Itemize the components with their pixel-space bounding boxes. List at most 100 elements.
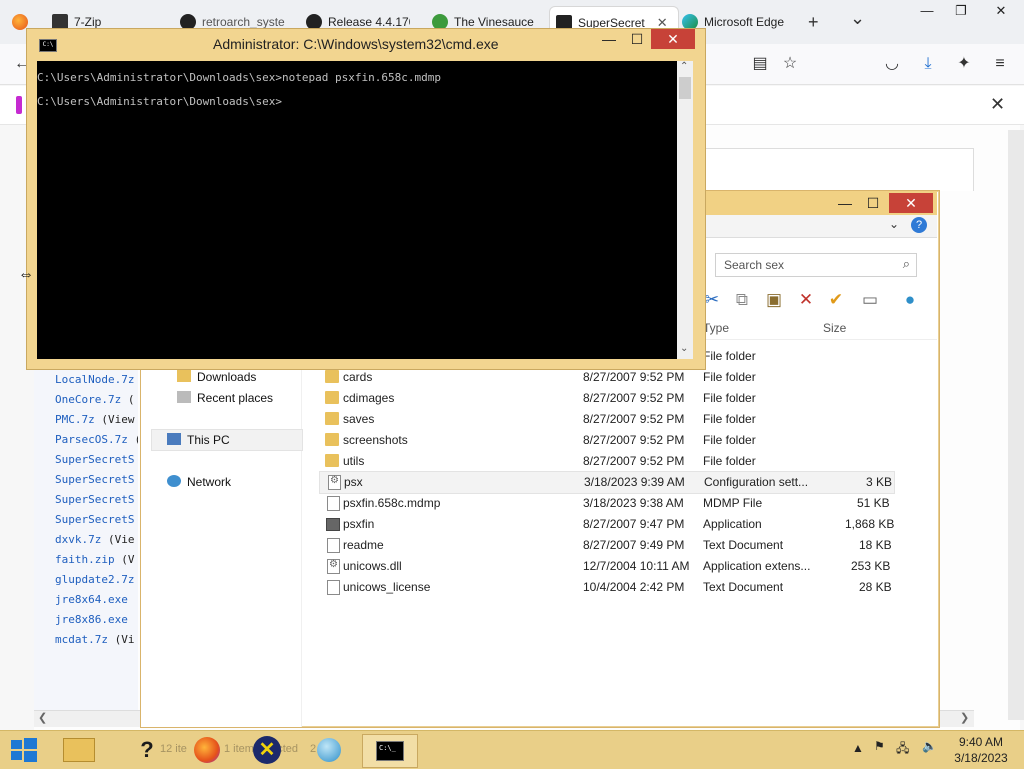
restore-icon[interactable]: ❐ — [944, 0, 978, 22]
taskbar-file-explorer[interactable] — [52, 734, 106, 766]
extensions-icon[interactable]: ✦ — [954, 54, 974, 74]
list-item[interactable]: glupdate2.7z — [34, 570, 138, 590]
table-row[interactable]: unicows_license 10/4/2004 2:42 PM Text D… — [319, 577, 893, 598]
column-type[interactable]: Type — [703, 321, 729, 335]
scroll-left-icon[interactable]: ❮ — [38, 711, 47, 724]
list-item[interactable]: faith.zip (V — [34, 550, 138, 570]
properties-check-icon[interactable]: ✔ — [825, 289, 847, 311]
config-file-icon — [328, 475, 341, 490]
nav-network[interactable]: Network — [167, 472, 231, 492]
taskbar-xemu[interactable]: ✕ — [240, 734, 294, 766]
ribbon-expand-icon[interactable]: ⌄ — [889, 217, 899, 231]
table-row[interactable]: cards 8/27/2007 9:52 PM File folder — [319, 367, 893, 388]
folder-icon — [325, 412, 339, 425]
folder-icon — [325, 370, 339, 383]
nav-this-pc[interactable]: This PC — [167, 430, 230, 450]
network-icon — [167, 475, 181, 487]
window-title: Administrator: C:\Windows\system32\cmd.e… — [213, 36, 499, 52]
start-button[interactable] — [0, 734, 48, 766]
list-item[interactable]: mcdat.7z (Vi — [34, 630, 138, 650]
bookmark-star-icon[interactable]: ☆ — [780, 54, 800, 74]
table-row[interactable]: psxfin.658c.mdmp 3/18/2023 9:38 AM MDMP … — [319, 493, 893, 514]
console-scrollbar[interactable]: ⌃ ⌄ — [677, 61, 693, 359]
folder-icon — [325, 454, 339, 467]
list-item[interactable]: dxvk.7z (Vie — [34, 530, 138, 550]
table-row[interactable]: readme 8/27/2007 9:49 PM Text Document 1… — [319, 535, 893, 556]
list-item[interactable]: LocalNode.7z ( — [34, 370, 138, 390]
pocket-icon[interactable]: ◡ — [882, 54, 902, 74]
content-border — [700, 148, 974, 191]
list-item[interactable]: SuperSecretS — [34, 510, 138, 530]
minimize-icon[interactable]: — — [910, 0, 944, 22]
firefox-icon — [194, 737, 220, 763]
recent-places-icon — [177, 391, 191, 403]
menu-icon[interactable]: ≡ — [990, 54, 1010, 74]
column-headers: Type Size — [701, 317, 937, 340]
column-size[interactable]: Size — [823, 321, 846, 335]
list-item[interactable]: SuperSecretS — [34, 470, 138, 490]
x-app-icon: ✕ — [253, 736, 281, 764]
close-notification-icon[interactable]: ✕ — [990, 94, 1005, 115]
list-item[interactable]: jre8x86.exe — [34, 610, 138, 630]
scroll-right-icon[interactable]: ❯ — [960, 711, 969, 724]
taskbar-cmd[interactable]: C:\_ — [362, 734, 418, 768]
scrollbar-thumb[interactable] — [679, 77, 691, 99]
reader-view-icon[interactable]: ▤ — [750, 54, 770, 74]
console-line: C:\Users\Administrator\Downloads\sex>not… — [37, 71, 441, 84]
minimize-icon[interactable]: — — [595, 29, 623, 49]
show-hidden-icons[interactable]: ▲ — [852, 741, 864, 755]
tab-list-button[interactable]: ⌄ — [850, 8, 865, 29]
nav-downloads[interactable]: Downloads — [177, 367, 256, 387]
vertical-scrollbar[interactable] — [1008, 130, 1024, 720]
close-icon[interactable]: ✕ — [984, 0, 1018, 22]
network-tray-icon[interactable]: 🖧 — [896, 739, 909, 760]
paste-icon[interactable]: ▣ — [763, 289, 785, 311]
new-tab-button[interactable]: + — [808, 12, 819, 33]
cmd-titlebar[interactable]: C:\ Administrator: C:\Windows\system32\c… — [27, 29, 705, 59]
toolbar: ✂ ⧉ ▣ ✕ ✔ ▭ ● — [701, 285, 937, 315]
search-icon: ⌕ — [902, 256, 910, 271]
download-icon[interactable]: ⤓ — [918, 54, 938, 74]
globe-icon — [317, 738, 341, 762]
console-output[interactable]: C:\Users\Administrator\Downloads\sex>not… — [37, 61, 677, 359]
taskbar-network-app[interactable] — [302, 734, 356, 766]
table-row-selected[interactable]: psx 3/18/2023 9:39 AM Configuration sett… — [319, 471, 895, 494]
table-row[interactable]: saves 8/27/2007 9:52 PM File folder — [319, 409, 893, 430]
search-input[interactable]: Search sex ⌕ — [715, 253, 917, 277]
copy-icon[interactable]: ⧉ — [731, 289, 753, 311]
close-icon[interactable]: ✕ — [651, 29, 695, 49]
table-row[interactable]: cdimages 8/27/2007 9:52 PM File folder — [319, 388, 893, 409]
maximize-icon[interactable]: ☐ — [623, 29, 651, 49]
text-file-icon — [327, 580, 340, 595]
action-center-icon[interactable]: ⚑ — [874, 739, 885, 753]
file-link-list: LocalNode.7z ( OneCore.7z ( PMC.7z (View… — [34, 370, 138, 710]
list-item[interactable]: jre8x64.exe — [34, 590, 138, 610]
nav-recent-places[interactable]: Recent places — [177, 388, 273, 408]
rename-icon[interactable]: ▭ — [859, 289, 881, 311]
application-icon — [326, 518, 340, 531]
dll-file-icon — [327, 559, 340, 574]
list-item[interactable]: PMC.7z (View — [34, 410, 138, 430]
cmd-icon: C:\ — [39, 39, 57, 52]
clock[interactable]: 9:40 AM 3/18/2023 — [946, 735, 1016, 765]
scroll-down-icon[interactable]: ⌄ — [680, 343, 688, 354]
table-row[interactable]: utils 8/27/2007 9:52 PM File folder — [319, 451, 893, 472]
cmd-window: C:\ Administrator: C:\Windows\system32\c… — [26, 28, 706, 370]
volume-icon[interactable]: 🔈 — [922, 739, 937, 753]
minimize-icon[interactable]: — — [831, 193, 859, 213]
folder-icon — [325, 391, 339, 404]
list-item[interactable]: ParsecOS.7z ( — [34, 430, 138, 450]
globe-icon[interactable]: ● — [899, 289, 921, 311]
maximize-icon[interactable]: ☐ — [859, 193, 887, 213]
table-row[interactable]: psxfin 8/27/2007 9:47 PM Application 1,8… — [319, 514, 894, 535]
scroll-up-icon[interactable]: ⌃ — [680, 61, 688, 72]
list-item[interactable]: SuperSecretS — [34, 490, 138, 510]
delete-icon[interactable]: ✕ — [795, 289, 817, 311]
close-icon[interactable]: ✕ — [889, 193, 933, 213]
table-row[interactable]: screenshots 8/27/2007 9:52 PM File folde… — [319, 430, 893, 451]
list-item[interactable]: OneCore.7z ( — [34, 390, 138, 410]
list-item[interactable]: SuperSecretS — [34, 450, 138, 470]
help-icon[interactable]: ? — [911, 217, 927, 233]
table-row[interactable]: unicows.dll 12/7/2004 10:11 AM Applicati… — [319, 556, 893, 577]
notification-accent — [16, 96, 22, 114]
